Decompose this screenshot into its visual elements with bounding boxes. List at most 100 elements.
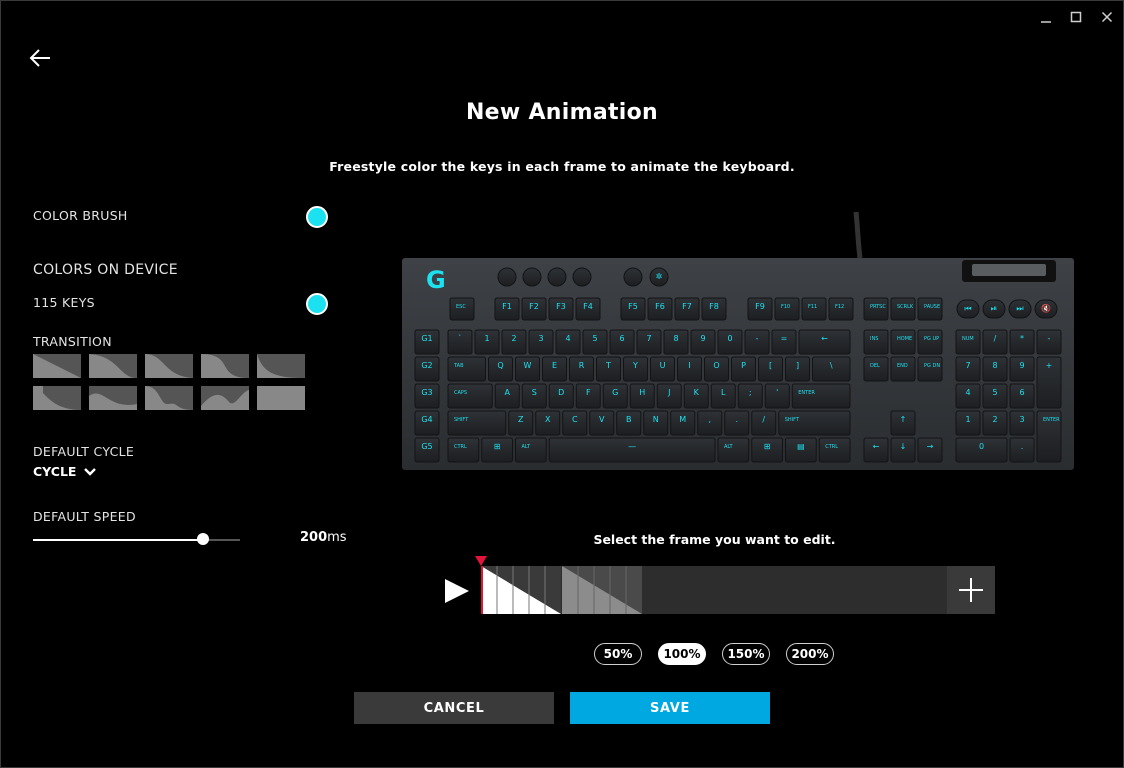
key-main-r1-14[interactable]: ← [798,329,851,355]
key-main-r2-2[interactable]: Q [488,356,513,382]
numpad-r1-4[interactable]: - [1036,329,1062,355]
key-main-r1-2[interactable]: 1 [474,329,500,355]
save-button[interactable]: SAVE [570,692,770,724]
maximize-icon[interactable] [1065,8,1087,26]
key-main-r2-3[interactable]: W [515,356,540,382]
back-button[interactable] [28,46,54,70]
key-g1[interactable]: G1 [414,329,440,355]
key-main-r3-2[interactable]: A [494,383,520,409]
top-button-4[interactable] [572,267,592,287]
key-f3[interactable]: F3 [548,297,574,321]
key-f10[interactable]: F10 [774,297,800,321]
numpad-5[interactable]: 5 [982,383,1008,409]
key-main-r2-7[interactable]: Y [623,356,648,382]
media-key-1[interactable]: ⏮ [956,299,980,319]
numpad-r1-1[interactable]: NUM [955,329,981,355]
cycle-dropdown[interactable]: CYCLE [33,464,97,479]
numpad-9[interactable]: 9 [1009,356,1035,382]
key-main-r2-13[interactable]: ] [785,356,810,382]
cancel-button[interactable]: CANCEL [354,692,554,724]
key-main-r1-8[interactable]: 7 [636,329,662,355]
key-main-r4-1[interactable]: SHIFT [447,410,507,436]
numpad-3[interactable]: 3 [1009,410,1035,436]
transition-option-linear[interactable] [33,354,81,378]
key-main-r1-3[interactable]: 2 [501,329,527,355]
key-main-r3-12[interactable]: ' [764,383,790,409]
key-arrow-left[interactable]: ← [863,437,889,463]
transition-option-ease-in[interactable] [89,354,137,378]
close-icon[interactable] [1096,8,1118,26]
frame-1[interactable] [481,566,561,614]
numpad-plus[interactable]: + [1036,356,1062,409]
key-home[interactable]: HOME [890,329,916,355]
key-f8[interactable]: F8 [701,297,727,321]
key-pause[interactable]: PAUSE [917,297,943,321]
numpad-8[interactable]: 8 [982,356,1008,382]
transition-option-sine[interactable] [145,386,193,410]
transition-option-ease-in-out[interactable] [201,354,249,378]
key-g2[interactable]: G2 [414,356,440,382]
key-f9[interactable]: F9 [747,297,773,321]
key-main-r4-8[interactable]: M [670,410,696,436]
key-prtsc[interactable]: PRTSC [863,297,889,321]
color-brush-swatch[interactable] [306,206,328,228]
key-f1[interactable]: F1 [494,297,520,321]
key-main-r5-5[interactable]: ALT [717,437,750,463]
key-main-r4-2[interactable]: Z [508,410,534,436]
key-main-r1-6[interactable]: 5 [582,329,608,355]
key-main-r4-5[interactable]: V [589,410,615,436]
key-main-r5-3[interactable]: ALT [515,437,547,463]
key-pg-dn[interactable]: PG DN [917,356,943,382]
key-main-r3-7[interactable]: H [629,383,655,409]
key-g5[interactable]: G5 [414,437,440,463]
key-g3[interactable]: G3 [414,383,440,409]
device-color-swatch[interactable] [306,293,328,315]
media-key-4[interactable]: 🔇 [1034,299,1058,319]
key-f12[interactable]: F12 [828,297,854,321]
key-main-r2-4[interactable]: E [542,356,567,382]
keyboard-preview[interactable]: G ✲ ESC F1 F2 F3 F4 F5 F6 F7 F8 F9 F10 F11 F12 PRTSC SC… [400,211,1076,474]
transition-option-fill[interactable] [33,386,81,410]
key-main-r2-12[interactable]: [ [758,356,783,382]
zoom-100[interactable]: 100% [658,643,706,665]
numpad-r1-3[interactable]: * [1009,329,1035,355]
transition-option-bounce[interactable] [201,386,249,410]
numpad-2[interactable]: 2 [982,410,1008,436]
key-main-r5-7[interactable]: ▤ [785,437,817,463]
key-main-r1-12[interactable]: - [744,329,770,355]
key-esc[interactable]: ESC [449,297,475,321]
zoom-200[interactable]: 200% [786,643,834,665]
numpad-dot[interactable]: . [1009,437,1035,463]
key-f4[interactable]: F4 [575,297,601,321]
minimize-icon[interactable] [1035,8,1057,26]
key-main-r4-3[interactable]: X [535,410,561,436]
key-main-r5-1[interactable]: CTRL [447,437,480,463]
key-main-r2-11[interactable]: P [731,356,756,382]
key-f7[interactable]: F7 [674,297,700,321]
key-scrlk[interactable]: SCRLK [890,297,916,321]
key-main-r5-2[interactable]: ⊞ [481,437,513,463]
key-main-r2-1[interactable]: TAB [447,356,486,382]
key-end[interactable]: END [890,356,916,382]
transition-option-solid[interactable] [257,386,305,410]
key-main-r1-4[interactable]: 3 [528,329,554,355]
key-main-r4-6[interactable]: B [616,410,642,436]
brightness-button[interactable]: ✲ [649,267,669,287]
key-g4[interactable]: G4 [414,410,440,436]
key-main-r1-13[interactable]: = [771,329,797,355]
numpad-4[interactable]: 4 [955,383,981,409]
key-main-r3-9[interactable]: K [683,383,709,409]
numpad-7[interactable]: 7 [955,356,981,382]
numpad-enter[interactable]: ENTER [1036,410,1062,463]
numpad-0[interactable]: 0 [955,437,1008,463]
key-main-r2-8[interactable]: U [650,356,675,382]
key-arrow-right[interactable]: → [917,437,943,463]
transition-option-smooth[interactable] [257,354,305,378]
playhead-marker-icon[interactable] [475,556,487,566]
numpad-1[interactable]: 1 [955,410,981,436]
key-main-r4-12[interactable]: SHIFT [778,410,851,436]
key-f2[interactable]: F2 [521,297,547,321]
key-main-r4-10[interactable]: . [724,410,750,436]
key-main-r3-3[interactable]: S [521,383,547,409]
media-key-3[interactable]: ⏭ [1008,299,1032,319]
